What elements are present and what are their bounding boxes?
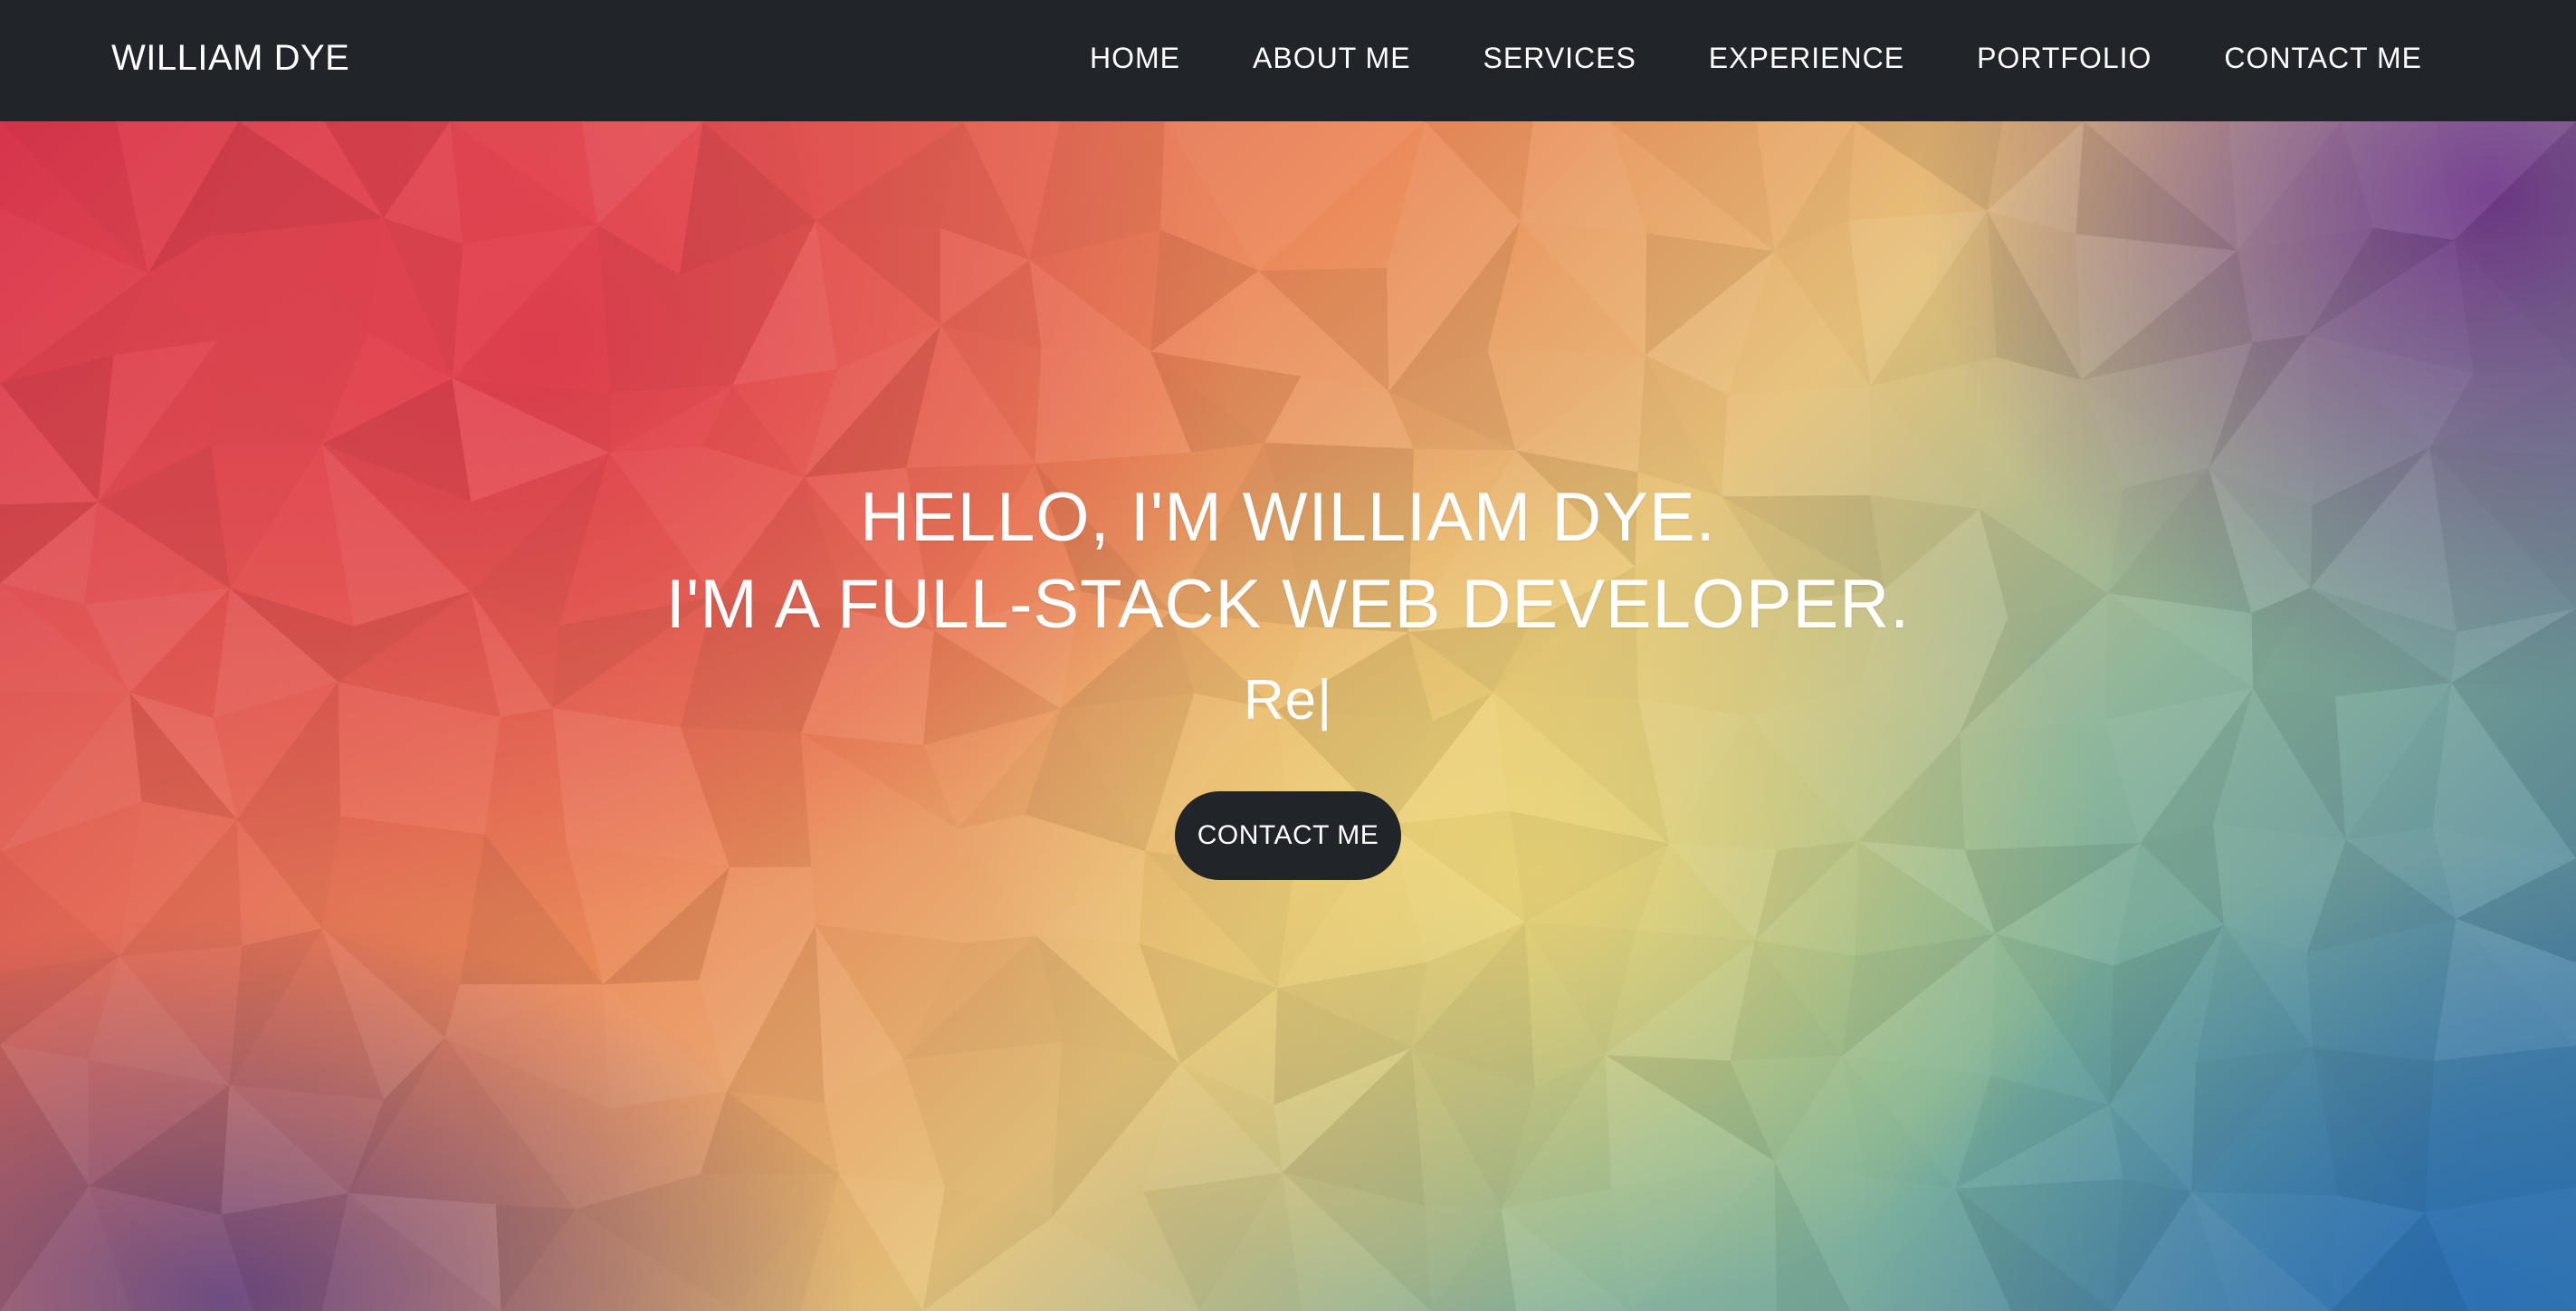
contact-me-button[interactable]: CONTACT ME (1175, 791, 1401, 880)
nav-item-home[interactable]: HOME (1090, 38, 1180, 78)
nav-item-contact-me[interactable]: CONTACT ME (2224, 38, 2422, 78)
hero-headline-line-1: HELLO, I'M WILLIAM DYE. (860, 479, 1716, 556)
typed-text: Re| (1243, 669, 1333, 732)
nav-item-services[interactable]: SERVICES (1484, 38, 1636, 78)
main-nav: HOME ABOUT ME SERVICES EXPERIENCE PORTFO… (1090, 38, 2422, 78)
site-brand[interactable]: WILLIAM DYE (111, 33, 349, 83)
hero-section: HELLO, I'M WILLIAM DYE. I'M A FULL-STACK… (0, 121, 2576, 1311)
hero-headline-line-2: I'M A FULL-STACK WEB DEVELOPER. (665, 566, 1911, 643)
nav-item-portfolio[interactable]: PORTFOLIO (1977, 38, 2151, 78)
nav-item-experience[interactable]: EXPERIENCE (1709, 38, 1904, 78)
hero-content: HELLO, I'M WILLIAM DYE. I'M A FULL-STACK… (0, 474, 2576, 880)
nav-item-about-me[interactable]: ABOUT ME (1253, 38, 1411, 78)
top-navbar: WILLIAM DYE HOME ABOUT ME SERVICES EXPER… (0, 0, 2576, 121)
